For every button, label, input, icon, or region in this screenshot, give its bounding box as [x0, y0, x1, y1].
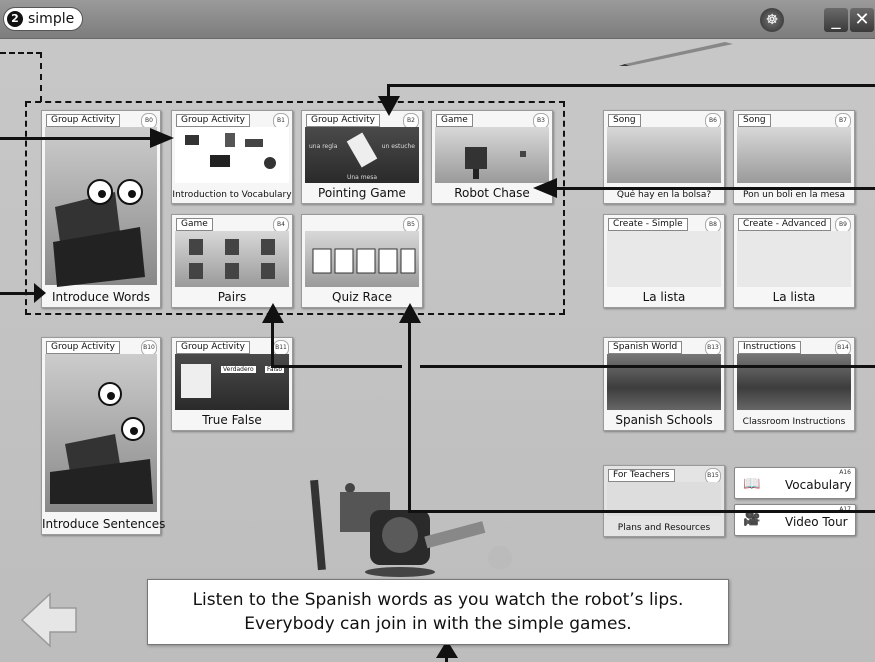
- robot-chase-image: [435, 127, 549, 183]
- card-introduce-sentences[interactable]: Group Activity B10 Introduce Sentences: [41, 337, 166, 535]
- link-number: A16: [839, 469, 851, 476]
- card-caption: Spanish Schools: [615, 413, 713, 427]
- arrow-up-icon: [399, 303, 421, 323]
- robot-image: [45, 354, 157, 512]
- card-plans-and-resources[interactable]: For Teachers B15 Plans and Resources: [603, 465, 725, 537]
- card-caption: La lista: [642, 290, 686, 304]
- connector-line: [0, 292, 36, 295]
- card-tag: Group Activity: [306, 114, 380, 127]
- book-icon: 📖: [743, 476, 761, 492]
- connector-line: [271, 320, 274, 368]
- arrow-up-icon: [262, 303, 284, 323]
- connector-line: [556, 187, 875, 190]
- card-classroom-instructions[interactable]: Instructions B14 Classroom Instructions: [733, 337, 855, 431]
- card-caption: True False: [202, 413, 262, 427]
- card-caption: Plans and Resources: [617, 523, 711, 533]
- arrow-right-icon: [34, 283, 46, 303]
- connector-line: [408, 320, 411, 512]
- minimize-button[interactable]: _: [824, 8, 848, 32]
- title-bar: 2 simple ☸ _ ✕: [0, 0, 875, 39]
- app-logo: 2 simple: [4, 8, 83, 30]
- card-tag: Create - Advanced: [738, 218, 832, 231]
- connector-line: [408, 510, 875, 513]
- card-caption: Quiz Race: [332, 290, 392, 304]
- song-image: [737, 127, 851, 183]
- vocabulary-image: [175, 127, 289, 183]
- card-spanish-schools[interactable]: Spanish World B13 Spanish Schools: [603, 337, 725, 431]
- schools-photo: [607, 354, 721, 410]
- classroom-photo: [737, 354, 851, 410]
- card-tag: Song: [738, 114, 771, 127]
- message-line-1: Listen to the Spanish words as you watch…: [192, 590, 684, 610]
- close-button[interactable]: ✕: [850, 8, 874, 32]
- card-create-simple[interactable]: Create - Simple B8 La lista: [603, 214, 725, 308]
- card-tag: Instructions: [738, 341, 801, 354]
- arrow-down-icon: [378, 96, 400, 116]
- connector-line: [0, 137, 150, 140]
- card-pointing-game[interactable]: Group Activity B2 una regla un estuche U…: [301, 110, 423, 204]
- robot-image: [45, 127, 157, 287]
- pic-label: Verdadero: [221, 366, 256, 373]
- card-true-false[interactable]: Group Activity B11 Verdadero Falso True …: [171, 337, 293, 431]
- card-tag: Spanish World: [608, 341, 683, 354]
- card-caption: Introduce Words: [52, 290, 150, 304]
- card-caption: Qué hay en la bolsa?: [616, 190, 712, 200]
- arrow-left-icon: [533, 178, 557, 198]
- robot-mascot: [310, 479, 512, 577]
- video-tour-button[interactable]: 🎥 Video Tour A17: [734, 504, 856, 536]
- card-tag: Group Activity: [176, 341, 250, 354]
- message-line-2: Everybody can join in with the simple ga…: [244, 614, 632, 634]
- pointing-game-image: una regla un estuche Una mesa: [305, 127, 419, 183]
- card-tag: Group Activity: [46, 341, 120, 354]
- create-image: [737, 231, 851, 287]
- connector-line: [420, 365, 875, 368]
- group-highlight-connector: [0, 52, 42, 102]
- logo-number: 2: [7, 11, 23, 27]
- pic-label: Una mesa: [346, 174, 378, 181]
- card-caption: La lista: [772, 290, 816, 304]
- pic-label: un estuche: [381, 143, 415, 150]
- instruction-message: Listen to the Spanish words as you watch…: [147, 579, 729, 645]
- card-caption: Pairs: [217, 290, 247, 304]
- quiz-race-image: [305, 231, 419, 287]
- back-arrow-icon[interactable]: [20, 590, 80, 650]
- card-tag: For Teachers: [608, 469, 675, 482]
- card-pairs[interactable]: Game B4 Pairs: [171, 214, 293, 308]
- card-tag: Group Activity: [176, 114, 250, 127]
- connector-line: [388, 84, 875, 87]
- card-tag: Game: [436, 114, 473, 127]
- connector-line: [272, 365, 402, 368]
- pic-label: una regla: [309, 143, 338, 150]
- vocabulary-button[interactable]: 📖 Vocabulary A16: [734, 467, 856, 499]
- card-caption: Classroom Instructions: [742, 417, 846, 427]
- card-tag: Song: [608, 114, 641, 127]
- card-introduction-to-vocabulary[interactable]: Group Activity B1 Introduction to Vocabu…: [171, 110, 293, 204]
- vocabulary-label: Vocabulary: [785, 478, 852, 492]
- video-tour-label: Video Tour: [785, 515, 848, 529]
- arrow-right-icon: [150, 128, 174, 148]
- video-camera-icon: 🎥: [743, 511, 761, 527]
- settings-icon[interactable]: ☸: [760, 8, 784, 32]
- pairs-image: [175, 231, 289, 287]
- card-caption: Introduce Sentences: [42, 517, 166, 531]
- create-image: [607, 231, 721, 287]
- card-tag: Create - Simple: [608, 218, 688, 231]
- card-tag: Game: [176, 218, 213, 231]
- card-caption: Pointing Game: [318, 186, 406, 200]
- logo-text: simple: [28, 11, 75, 27]
- card-tag: Group Activity: [46, 114, 120, 127]
- card-create-advanced[interactable]: Create - Advanced B9 La lista: [733, 214, 855, 308]
- song-image: [607, 127, 721, 183]
- card-caption: Introduction to Vocabulary: [172, 190, 292, 200]
- card-quiz-race[interactable]: B5 Quiz Race: [301, 214, 423, 308]
- pencil-icon: [619, 42, 733, 66]
- card-caption: Pon un boli en la mesa: [742, 190, 845, 200]
